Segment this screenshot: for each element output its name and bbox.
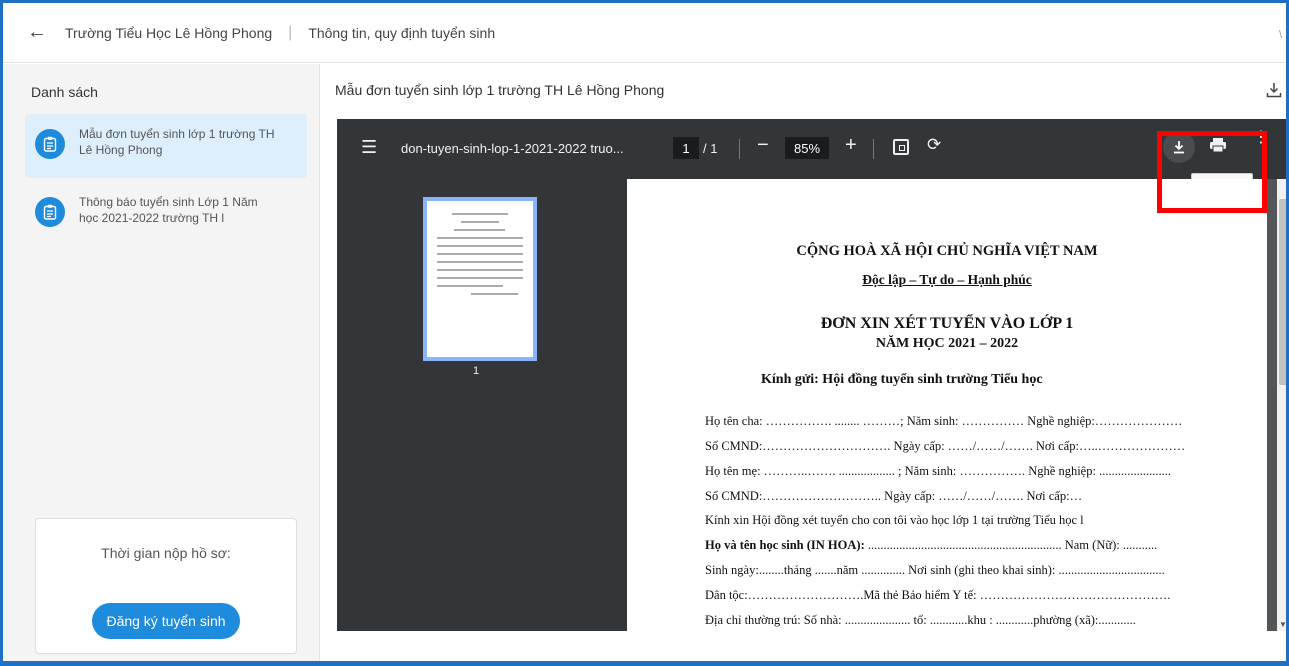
highlight-annotation-box <box>1157 131 1267 213</box>
clipboard-icon <box>35 197 65 227</box>
page-number-input[interactable] <box>673 137 699 159</box>
submission-time-label: Thời gian nộp hồ sơ: <box>101 545 231 561</box>
clipboard-icon <box>35 129 65 159</box>
breadcrumb-separator: | <box>288 23 293 41</box>
form-line: Kính xin Hội đồng xét tuyển cho con tôi … <box>705 513 1084 527</box>
list-title: Danh sách <box>31 84 98 100</box>
pdf-filename: don-tuyen-sinh-lop-1-2021-2022 truo... <box>401 141 624 156</box>
fit-page-icon[interactable] <box>893 139 909 155</box>
document-list-panel: Danh sách Mẫu đơn tuyển sinh lớp 1 trườn… <box>3 64 320 661</box>
toolbar-divider <box>873 139 874 159</box>
scroll-down-icon[interactable]: ▼ <box>1279 620 1286 629</box>
document-title: Mẫu đơn tuyển sinh lớp 1 trường TH Lê Hồ… <box>335 82 665 98</box>
doc-addressee: Kính gửi: Hội đồng tuyển sinh trường Tiể… <box>761 372 1043 387</box>
form-line-student: Họ và tên học sinh (IN HOA): ...........… <box>705 538 1157 553</box>
toolbar-divider <box>739 139 740 159</box>
edge-mark: \ <box>1278 29 1282 41</box>
page-thumbnail[interactable] <box>423 197 537 361</box>
form-line: Số CMND:…………………………. Ngày cấp: ……/……/……. … <box>705 439 1186 453</box>
thumbnail-sidebar: 1 <box>337 179 627 631</box>
doc-heading-national: CỘNG HOÀ XÃ HỘI CHỦ NGHĨA VIỆT NAM <box>796 243 1098 259</box>
thumbnail-page-number: 1 <box>473 365 480 377</box>
pdf-viewer: ☰ don-tuyen-sinh-lop-1-2021-2022 truo...… <box>337 119 1286 631</box>
form-line: Địa chỉ thường trú: Số nhà: ............… <box>705 613 1136 627</box>
menu-icon[interactable]: ☰ <box>361 137 377 158</box>
doc-heading-motto: Độc lập – Tự do – Hạnh phúc <box>862 272 1032 287</box>
zoom-level-input[interactable] <box>785 137 829 159</box>
student-name-label: Họ và tên học sinh (IN HOA): <box>705 538 865 552</box>
rotate-icon[interactable]: ⟳ <box>927 135 941 155</box>
school-name[interactable]: Trường Tiểu Học Lê Hồng Phong <box>65 25 272 41</box>
zoom-out-button[interactable]: − <box>757 134 769 157</box>
doc-heading-title: ĐƠN XIN XÉT TUYỂN VÀO LỚP 1 <box>820 315 1074 332</box>
submission-box: Thời gian nộp hồ sơ: Đăng ký tuyển sinh <box>35 518 297 654</box>
form-line: Dân tộc:……………………….Mã thẻ Bảo hiểm Y tế: … <box>705 588 1171 602</box>
pdf-page: CỘNG HOÀ XÃ HỘI CHỦ NGHĨA VIỆT NAM Độc l… <box>627 179 1267 631</box>
app-window: ← Trường Tiểu Học Lê Hồng Phong | Thông … <box>0 0 1289 666</box>
back-arrow-icon[interactable]: ← <box>27 21 51 44</box>
list-item-application-form[interactable]: Mẫu đơn tuyển sinh lớp 1 trường TH Lê Hồ… <box>25 114 307 178</box>
form-line: Họ tên cha: ……………. ........ ………; Năm sin… <box>705 414 1183 428</box>
form-line: Số CMND:……………………….. Ngày cấp: ……/……/……. … <box>705 489 1083 503</box>
pdf-scrollbar[interactable]: ▼ <box>1277 179 1286 631</box>
scroll-thumb[interactable] <box>1279 199 1286 385</box>
pdf-toolbar: ☰ don-tuyen-sinh-lop-1-2021-2022 truo...… <box>337 119 1286 196</box>
page-total: / 1 <box>703 141 718 156</box>
list-item-announcement[interactable]: Thông báo tuyển sinh Lớp 1 Năm học 2021-… <box>25 182 307 246</box>
download-icon[interactable] <box>1266 82 1282 103</box>
list-item-label: Thông báo tuyển sinh Lớp 1 Năm học 2021-… <box>79 195 258 225</box>
form-line: Sinh ngày:........tháng .......năm .....… <box>705 563 1165 577</box>
breadcrumb-current: Thông tin, quy định tuyển sinh <box>308 24 496 41</box>
form-line: Họ tên mẹ: ………..……. .................. ;… <box>705 464 1171 478</box>
list-item-label: Mẫu đơn tuyển sinh lớp 1 trường TH Lê Hồ… <box>79 127 275 157</box>
register-button[interactable]: Đăng ký tuyển sinh <box>92 603 240 639</box>
doc-heading-year: NĂM HỌC 2021 – 2022 <box>875 336 1019 351</box>
top-bar: ← Trường Tiểu Học Lê Hồng Phong | Thông … <box>3 3 1286 63</box>
student-name-rest: ........................................… <box>864 538 1158 552</box>
zoom-in-button[interactable]: + <box>845 134 857 157</box>
